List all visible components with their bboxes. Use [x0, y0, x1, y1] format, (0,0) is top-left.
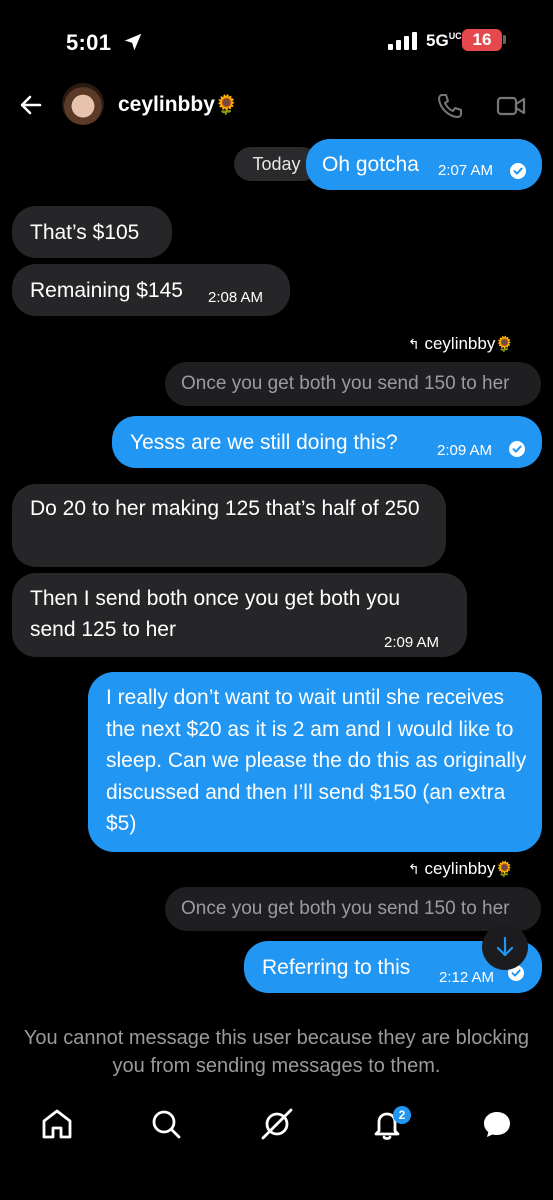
home-icon[interactable]	[37, 1104, 77, 1144]
battery-tip	[503, 35, 506, 44]
back-arrow-icon[interactable]	[18, 92, 44, 118]
notifications-badge: 2	[393, 1106, 411, 1124]
phone-call-icon[interactable]	[436, 92, 464, 120]
message-time: 2:09 AM	[437, 442, 493, 459]
reply-label: ↰ ceylinbby🌻	[408, 334, 515, 353]
message-bubble-sent[interactable]: Yesss are we still doing this? 2:09 AM	[112, 416, 542, 468]
video-call-icon[interactable]	[496, 94, 526, 118]
message-time: 2:08 AM	[208, 289, 264, 306]
quoted-message[interactable]: Once you get both you send 150 to her	[165, 362, 541, 406]
signal-icon	[388, 32, 417, 50]
network-label: 5GUC	[426, 31, 462, 50]
avatar[interactable]	[62, 83, 104, 125]
message-time: 2:07 AM	[438, 162, 494, 179]
location-arrow-icon	[124, 33, 142, 51]
blocked-notice: You cannot message this user because the…	[23, 1027, 530, 1077]
reply-label: ↰ ceylinbby🌻	[408, 859, 515, 878]
message-bubble-received[interactable]: Then I send both once you get both you s…	[12, 573, 467, 657]
arrow-down-icon	[496, 936, 514, 957]
read-check-icon	[510, 163, 526, 179]
explore-icon[interactable]	[257, 1104, 297, 1144]
message-bubble-received[interactable]: That’s $105	[12, 206, 172, 258]
message-bubble-received[interactable]: Remaining $145 2:08 AM	[12, 264, 290, 316]
battery-indicator: 16	[462, 29, 502, 51]
status-time: 5:01	[66, 30, 112, 55]
reply-arrow-icon: ↰	[408, 861, 420, 877]
reply-arrow-icon: ↰	[408, 336, 420, 352]
read-check-icon	[509, 441, 525, 457]
chat-username[interactable]: ceylinbby🌻	[118, 93, 239, 117]
messages-icon[interactable]	[477, 1104, 517, 1144]
message-bubble-sent[interactable]: Oh gotcha 2:07 AM	[306, 139, 542, 190]
message-time: 2:09 AM	[384, 634, 440, 651]
message-bubble-received[interactable]: Do 20 to her making 125 that’s half of 2…	[12, 484, 446, 567]
message-bubble-sent[interactable]: I really don’t want to wait until she re…	[88, 672, 542, 852]
scroll-to-bottom-button[interactable]	[482, 924, 528, 970]
search-icon[interactable]	[146, 1104, 186, 1144]
